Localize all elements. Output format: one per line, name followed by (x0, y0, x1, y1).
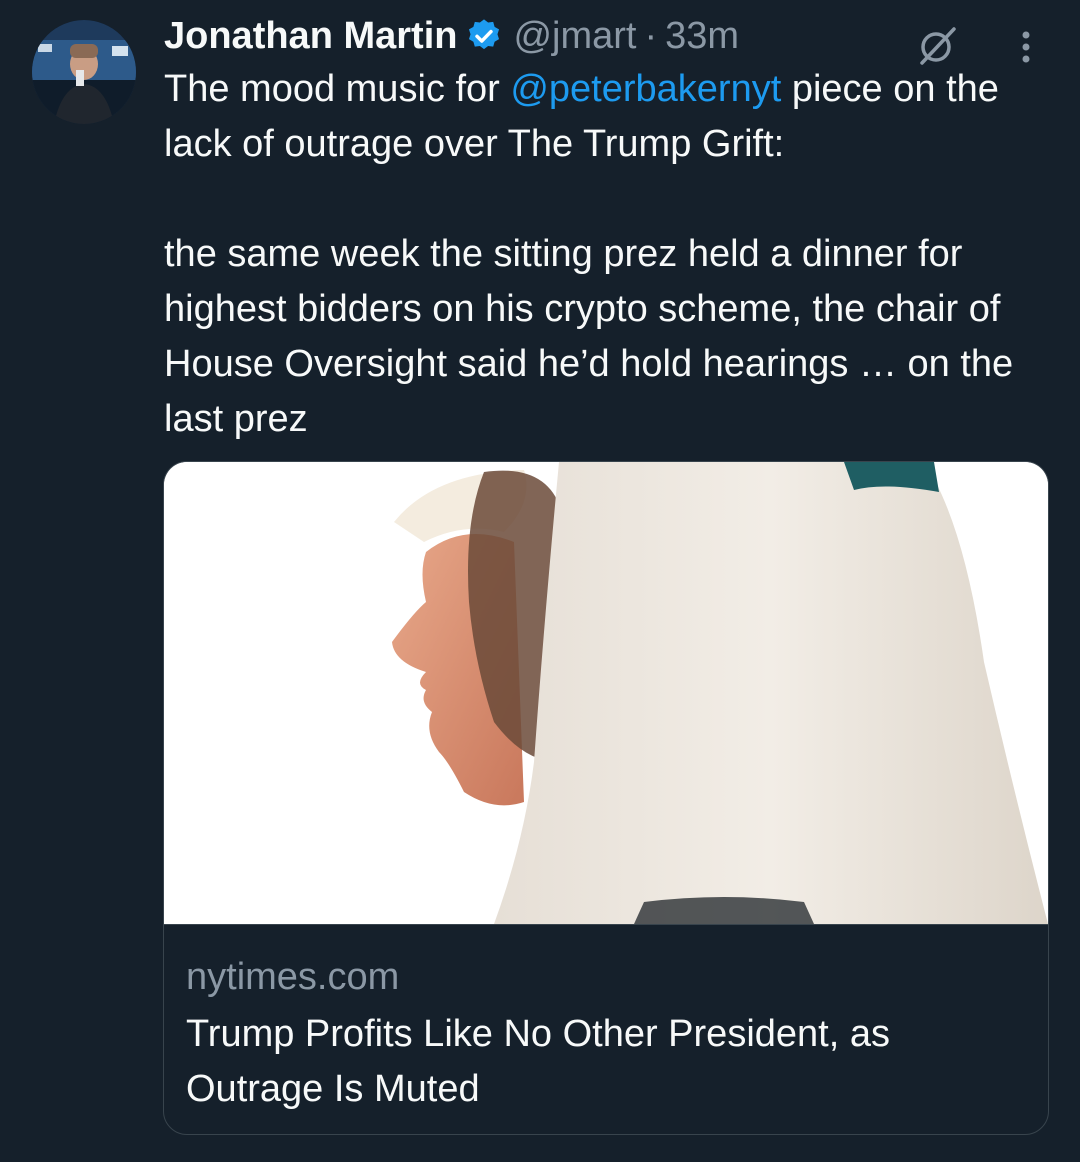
separator-dot: · (644, 14, 658, 57)
timestamp[interactable]: 33m (665, 15, 739, 58)
tweet-body: Jonathan Martin @jmart · 33m The mood mu… (164, 10, 1048, 447)
author-handle[interactable]: @jmart (513, 15, 636, 58)
card-domain: nytimes.com (186, 956, 400, 998)
tweet-text: The mood music for @peterbakernyt piece … (164, 62, 1048, 447)
card-headline[interactable]: Trump Profits Like No Other President, a… (186, 1007, 1026, 1117)
tweet-paragraph-2: the same week the sitting prez held a di… (164, 233, 1014, 440)
grok-icon[interactable] (916, 24, 960, 68)
tweet-text-intro: The mood music for (164, 68, 511, 110)
author-name[interactable]: Jonathan Martin (164, 15, 457, 58)
tweet[interactable]: Jonathan Martin @jmart · 33m The mood mu… (0, 0, 1080, 1162)
link-card[interactable]: nytimes.com Trump Profits Like No Other … (163, 461, 1049, 1135)
more-options-icon[interactable] (1014, 26, 1038, 68)
avatar[interactable] (32, 20, 136, 124)
tweet-paragraph-1: The mood music for @peterbakernyt piece … (164, 62, 1048, 172)
card-image[interactable] (164, 462, 1048, 924)
mention-link[interactable]: @peterbakernyt (510, 68, 781, 110)
verified-badge-icon (465, 17, 503, 55)
card-meta: nytimes.com Trump Profits Like No Other … (164, 924, 1048, 1117)
